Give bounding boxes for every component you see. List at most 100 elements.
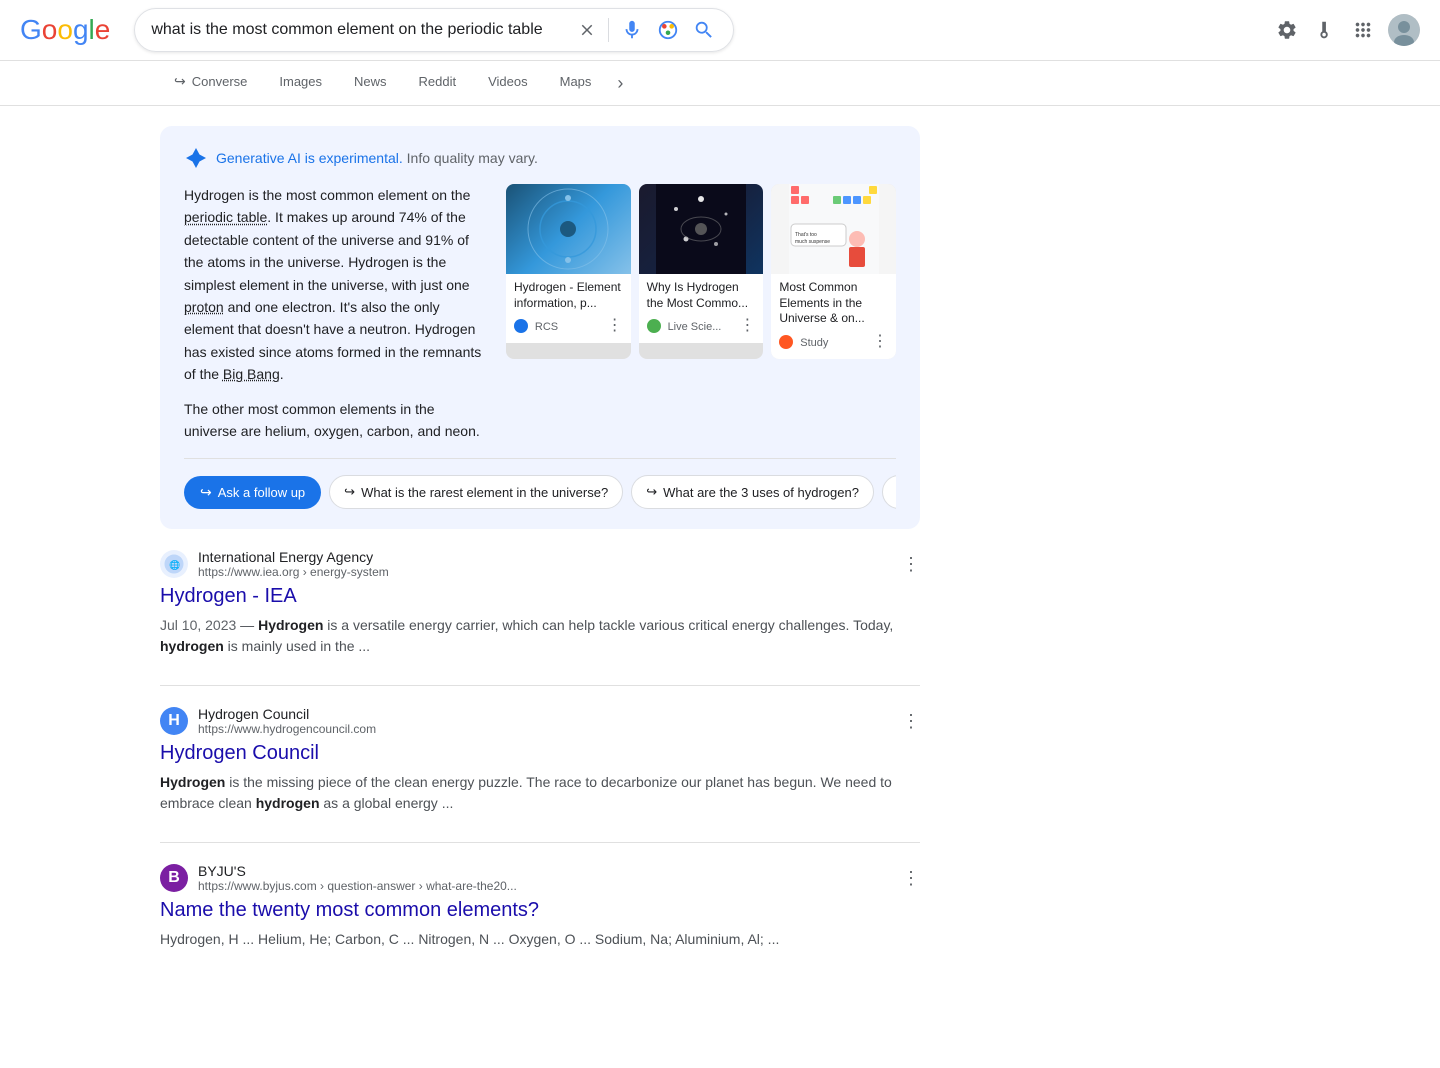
site-url-iea: https://www.iea.org › energy-system [198, 565, 892, 579]
ai-image-1-source-row: RCS ⋮ [514, 315, 623, 335]
followup-chip-3[interactable]: ↪ What are the 3 m... [882, 475, 896, 509]
result-item-hydrogencouncil: H Hydrogen Council https://www.hydrogenc… [160, 706, 920, 814]
periodic-table-link[interactable]: periodic table [184, 209, 267, 225]
google-logo[interactable]: Google [20, 14, 110, 46]
ai-image-3-source: Study [779, 333, 828, 349]
site-url-byjus: https://www.byjus.com › question-answer … [198, 879, 892, 893]
result-source-row-hc: H Hydrogen Council https://www.hydrogenc… [160, 706, 920, 736]
converse-icon: ↪ [174, 73, 186, 90]
ai-icon [184, 146, 208, 170]
chip-2-icon: ↪ [646, 484, 657, 500]
ai-image-1-title: Hydrogen - Element information, p... [514, 280, 623, 311]
followup-chip-2[interactable]: ↪ What are the 3 uses of hydrogen? [631, 475, 874, 509]
result-title-byjus[interactable]: Name the twenty most common elements? [160, 897, 920, 923]
divider [608, 18, 609, 42]
tab-converse[interactable]: ↪ Converse [160, 61, 261, 105]
ai-image-3-title: Most Common Elements in the Universe & o… [779, 280, 888, 327]
main-content: Generative AI is experimental. Info qual… [0, 106, 1440, 998]
tab-images[interactable]: Images [265, 62, 336, 104]
followup-icon: ↪ [200, 484, 212, 501]
ai-header: Generative AI is experimental. Info qual… [184, 146, 896, 170]
result-more-iea[interactable]: ⋮ [902, 554, 920, 575]
ai-image-2-title: Why Is Hydrogen the Most Commo... [647, 280, 756, 311]
search-results: 🌐 International Energy Agency https://ww… [160, 549, 920, 950]
followup-chip-1[interactable]: ↪ What is the rarest element in the univ… [329, 475, 623, 509]
favicon-iea: 🌐 [160, 550, 188, 578]
chip-1-icon: ↪ [344, 484, 355, 500]
site-name-iea: International Energy Agency [198, 549, 892, 565]
ai-paragraph-1: Hydrogen is the most common element on t… [184, 184, 490, 386]
left-column: Generative AI is experimental. Info qual… [160, 126, 920, 978]
ai-image-3-source-row: Study ⋮ [779, 331, 888, 351]
result-title-hc[interactable]: Hydrogen Council [160, 740, 920, 766]
search-bar [134, 8, 734, 52]
ai-paragraph-2: The other most common elements in the un… [184, 398, 490, 443]
svg-text:That's too: That's too [795, 232, 817, 238]
study-icon [779, 335, 793, 349]
result-more-byjus[interactable]: ⋮ [902, 868, 920, 889]
settings-button[interactable] [1274, 17, 1300, 43]
more-tabs-button[interactable]: › [609, 65, 631, 102]
ai-images-column: Hydrogen - Element information, p... RCS… [506, 184, 896, 442]
voice-search-button[interactable] [619, 17, 645, 43]
ai-image-1 [506, 184, 631, 274]
proton-link[interactable]: proton [184, 299, 224, 315]
result-source-row-byjus: B BYJU'S https://www.byjus.com › questio… [160, 863, 920, 893]
svg-text:🌐: 🌐 [169, 559, 180, 570]
search-tabs: ↪ Converse Images News Reddit Videos Map… [0, 61, 1440, 106]
avatar[interactable] [1388, 14, 1420, 46]
svg-text:much suspense: much suspense [795, 239, 830, 245]
ai-image-card-1[interactable]: Hydrogen - Element information, p... RCS… [506, 184, 631, 359]
ai-image-1-info: Hydrogen - Element information, p... RCS… [506, 274, 631, 343]
result-item-byjus: B BYJU'S https://www.byjus.com › questio… [160, 863, 920, 950]
ai-image-3-info: Most Common Elements in the Universe & o… [771, 274, 896, 359]
result-snippet-iea: Jul 10, 2023 — Hydrogen is a versatile e… [160, 615, 920, 657]
search-input[interactable] [151, 21, 568, 39]
ai-image-3: That's too much suspense [771, 184, 896, 274]
ai-image-card-3[interactable]: That's too much suspense Most Common Ele… [771, 184, 896, 359]
result-title-iea[interactable]: Hydrogen - IEA [160, 583, 920, 609]
ai-text: Hydrogen is the most common element on t… [184, 184, 490, 442]
site-url-hc: https://www.hydrogencouncil.com [198, 722, 892, 736]
tab-reddit[interactable]: Reddit [405, 62, 471, 104]
site-name-hc: Hydrogen Council [198, 706, 892, 722]
ai-answer-box: Generative AI is experimental. Info qual… [160, 126, 920, 529]
divider-2 [160, 842, 920, 843]
result-source-row-iea: 🌐 International Energy Agency https://ww… [160, 549, 920, 579]
ai-image-2-source: Live Scie... [647, 317, 722, 333]
result-snippet-hc: Hydrogen is the missing piece of the cle… [160, 772, 920, 814]
result-site-info-hc: Hydrogen Council https://www.hydrogencou… [198, 706, 892, 736]
tab-news[interactable]: News [340, 62, 401, 104]
labs-button[interactable] [1312, 17, 1338, 43]
live-science-icon [647, 319, 661, 333]
ai-image-2-source-row: Live Scie... ⋮ [647, 315, 756, 335]
header: Google [0, 0, 1440, 61]
image-2-more-button[interactable]: ⋮ [739, 315, 755, 335]
site-name-byjus: BYJU'S [198, 863, 892, 879]
ai-label: Generative AI is experimental. Info qual… [216, 150, 538, 166]
lens-search-button[interactable] [655, 17, 681, 43]
result-site-info-iea: International Energy Agency https://www.… [198, 549, 892, 579]
ai-image-2 [639, 184, 764, 274]
result-site-info-byjus: BYJU'S https://www.byjus.com › question-… [198, 863, 892, 893]
tab-videos[interactable]: Videos [474, 62, 542, 104]
tab-maps[interactable]: Maps [546, 62, 606, 104]
result-more-hc[interactable]: ⋮ [902, 711, 920, 732]
ai-image-2-info: Why Is Hydrogen the Most Commo... Live S… [639, 274, 764, 343]
image-3-more-button[interactable]: ⋮ [872, 331, 888, 351]
apps-button[interactable] [1350, 17, 1376, 43]
ai-image-card-2[interactable]: Why Is Hydrogen the Most Commo... Live S… [639, 184, 764, 359]
favicon-hc: H [160, 707, 188, 735]
search-submit-button[interactable] [691, 17, 717, 43]
result-snippet-byjus: Hydrogen, H ... Helium, He; Carbon, C ..… [160, 929, 920, 950]
favicon-byjus: B [160, 864, 188, 892]
ai-images-row: Hydrogen - Element information, p... RCS… [506, 184, 896, 359]
divider-1 [160, 685, 920, 686]
rcs-icon [514, 319, 528, 333]
image-1-more-button[interactable]: ⋮ [607, 315, 623, 335]
clear-search-button[interactable] [576, 19, 598, 41]
big-bang-link[interactable]: Big Bang [223, 366, 280, 382]
result-item-iea: 🌐 International Energy Agency https://ww… [160, 549, 920, 657]
ai-content: Hydrogen is the most common element on t… [184, 184, 896, 442]
ask-followup-button[interactable]: ↪ Ask a follow up [184, 476, 321, 509]
